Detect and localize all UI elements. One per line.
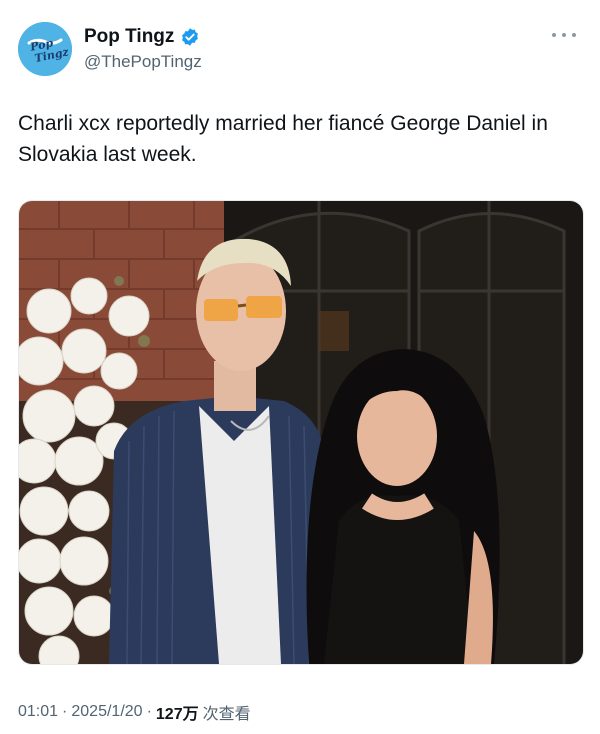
views-label: 次查看: [202, 706, 251, 723]
more-dot: [562, 33, 566, 37]
meta-separator: ·: [62, 703, 68, 720]
tweet-text: Charli xcx reportedly married her fiancé…: [18, 112, 548, 166]
more-dot: [552, 33, 556, 37]
tweet-date[interactable]: 2025/1/20: [71, 703, 142, 721]
author-display-name[interactable]: Pop Tingz: [84, 26, 174, 48]
tweet-meta: 01:01 · 2025/1/20 · 127万 次查看: [18, 700, 251, 724]
more-dot: [572, 33, 576, 37]
author-name-row[interactable]: Pop Tingz: [84, 26, 200, 48]
author-avatar[interactable]: Pop Tingz: [18, 22, 72, 76]
woman-face: [357, 386, 437, 486]
more-options-icon[interactable]: [552, 30, 576, 40]
pop-tingz-logo: Pop Tingz: [18, 22, 72, 76]
tweet-photo[interactable]: [18, 200, 584, 665]
orange-sunglasses: [204, 299, 238, 321]
author-handle[interactable]: @ThePopTingz: [84, 52, 202, 72]
views-count: 127万: [155, 706, 199, 723]
meta-separator: ·: [146, 703, 152, 720]
woman-dress: [324, 495, 474, 664]
verified-badge-icon: [182, 28, 199, 46]
tweet-time[interactable]: 01:01: [18, 703, 58, 721]
photo-illustration: [19, 201, 583, 664]
